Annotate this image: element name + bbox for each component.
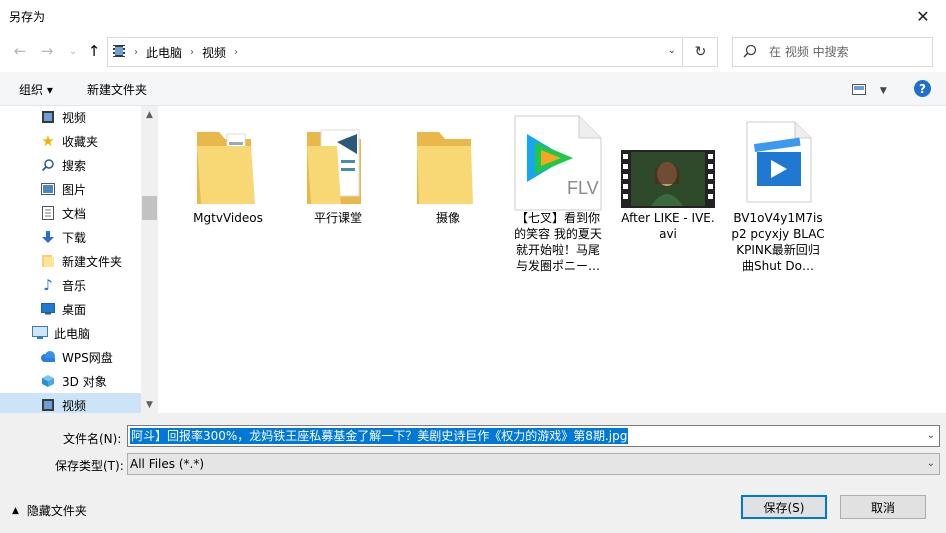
chevron-right-icon[interactable]: › [234,47,238,58]
filename-label: 文件名(N): [63,432,122,446]
download-icon [40,229,56,245]
sidebar-item-search[interactable]: 搜索 [0,153,141,177]
desktop-icon [40,301,56,317]
scroll-down-icon[interactable]: ▼ [141,396,158,413]
cloud-icon [40,349,56,365]
file-item-bv-video[interactable]: BV1oV4y1M7isp2 pcyxjy BLACKPINK最新回归曲Shut… [731,112,825,274]
folder-icon [181,112,275,212]
hide-folders-toggle[interactable]: ▲ 隐藏文件夹 [12,502,87,519]
close-icon[interactable]: ✕ [900,0,946,32]
sidebar-item-favorites[interactable]: ★ 收藏夹 [0,129,141,153]
file-item-flv-video[interactable]: FLV 【七叉】看到你的笑容 我的夏天就开始啦！马尾与发圈ポニー… [511,112,605,274]
file-name: MgtvVideos [193,211,263,225]
save-button[interactable]: 保存(S) [741,495,827,519]
chevron-right-icon[interactable]: › [190,47,194,58]
search-icon [40,157,56,173]
filetype-value: All Files (*.*) [130,457,205,471]
video-folder-icon [112,44,126,61]
folder-icon [40,253,56,269]
filetype-select[interactable]: All Files (*.*) ⌄ [127,453,940,475]
sidebar-item-videos-selected[interactable]: 视频 [0,393,141,413]
filetype-label: 保存类型(T): [55,459,124,473]
flv-badge: FLV [567,178,599,198]
chevron-down-icon[interactable]: ⌄ [668,45,676,56]
sidebar-item-desktop[interactable]: 桌面 [0,297,141,321]
sidebar-item-pictures[interactable]: 图片 [0,177,141,201]
document-icon [40,205,56,221]
chevron-down-icon[interactable]: ⌄ [927,430,935,441]
file-name: 【七叉】看到你的笑容 我的夏天就开始啦！马尾与发圈ポニー… [514,211,602,273]
address-bar[interactable]: › 此电脑 › 视频 › ⌄ [107,37,683,67]
music-icon: ♪ [43,276,53,294]
navigation-bar: ← → ⌄ ↑ › 此电脑 › 视频 › ⌄ ↻ [0,32,946,72]
sidebar-item-wps-cloud[interactable]: WPS网盘 [0,345,141,369]
video-file-icon [731,112,825,212]
picture-icon [40,181,56,197]
cube-icon [40,373,56,389]
title-bar: 另存为 ✕ [0,0,946,32]
scroll-up-icon[interactable]: ▲ [141,106,158,123]
sidebar-scrollbar[interactable]: ▲ ▼ [141,106,158,413]
recent-locations-chevron-icon[interactable]: ⌄ [62,40,84,62]
chevron-down-icon[interactable]: ⌄ [927,458,935,469]
arrow-right-icon[interactable]: → [36,40,58,62]
window-title: 另存为 [9,10,46,24]
sidebar-item-3d-objects[interactable]: 3D 对象 [0,369,141,393]
file-item-after-like-avi[interactable]: After LIKE - IVE.avi [621,112,715,242]
file-name: 摄像 [435,211,460,225]
save-form-panel: 文件名(N): 阿斗】回报率300%，龙妈铁王座私募基金了解一下？美剧史诗巨作《… [0,413,946,533]
refresh-icon[interactable]: ↻ [684,37,718,67]
search-icon [743,44,757,62]
video-icon [40,397,56,413]
computer-icon [32,325,48,341]
search-input[interactable] [769,42,929,62]
file-name: After LIKE - IVE.avi [621,211,715,241]
folder-icon [401,112,495,212]
file-item-mgtvvideos[interactable]: MgtvVideos [181,112,275,226]
file-list-view: MgtvVideos 平行课堂 摄像 FLV 【七叉】看到你的笑容 我的夏天就开… [158,106,946,413]
breadcrumb-this-pc[interactable]: 此电脑 [146,44,182,61]
help-icon[interactable]: ? [914,80,931,97]
sidebar-item-music[interactable]: ♪ 音乐 [0,273,141,297]
cancel-button[interactable]: 取消 [840,495,926,519]
sidebar-item-documents[interactable]: 文档 [0,201,141,225]
tencent-video-flv-icon: FLV [511,112,605,212]
organize-menu[interactable]: 组织 ▾ [19,81,53,98]
navigation-pane: 视频 ★ 收藏夹 搜索 图片 文档 下载 新建文件夹 ♪ 音乐 桌面 此电脑 W… [0,106,158,413]
chevron-up-icon: ▲ [12,505,19,516]
video-thumbnail-icon [621,112,715,212]
file-name: 平行课堂 [313,211,362,225]
arrow-left-icon[interactable]: ← [9,40,31,62]
sidebar-item-videos-top[interactable]: 视频 [0,106,141,129]
command-toolbar: 组织 ▾ 新建文件夹 ▼ ? [0,72,946,106]
sidebar-item-downloads[interactable]: 下载 [0,225,141,249]
new-folder-button[interactable]: 新建文件夹 [87,81,147,98]
file-item-camera[interactable]: 摄像 [401,112,495,226]
filename-combobox[interactable]: 阿斗】回报率300%，龙妈铁王座私募基金了解一下？美剧史诗巨作《权力的游戏》第8… [127,425,940,447]
arrow-up-icon[interactable]: ↑ [83,40,105,62]
file-name: BV1oV4y1M7isp2 pcyxjy BLACKPINK最新回归曲Shut… [731,211,825,273]
chevron-right-icon[interactable]: › [134,47,138,58]
hide-folders-label: 隐藏文件夹 [26,504,87,518]
filename-input[interactable]: 阿斗】回报率300%，龙妈铁王座私募基金了解一下？美剧史诗巨作《权力的游戏》第8… [130,428,629,444]
folder-icon [291,112,385,212]
sidebar-item-new-folder[interactable]: 新建文件夹 [0,249,141,273]
scrollbar-thumb[interactable] [142,196,157,220]
sidebar-item-this-pc[interactable]: 此电脑 [0,321,141,345]
file-item-parallel-class[interactable]: 平行课堂 [291,112,385,226]
view-options-button[interactable]: ▼ [852,82,887,96]
breadcrumb-videos[interactable]: 视频 [202,44,226,61]
search-box[interactable] [732,37,933,67]
video-icon [40,109,56,125]
star-icon: ★ [41,132,55,150]
